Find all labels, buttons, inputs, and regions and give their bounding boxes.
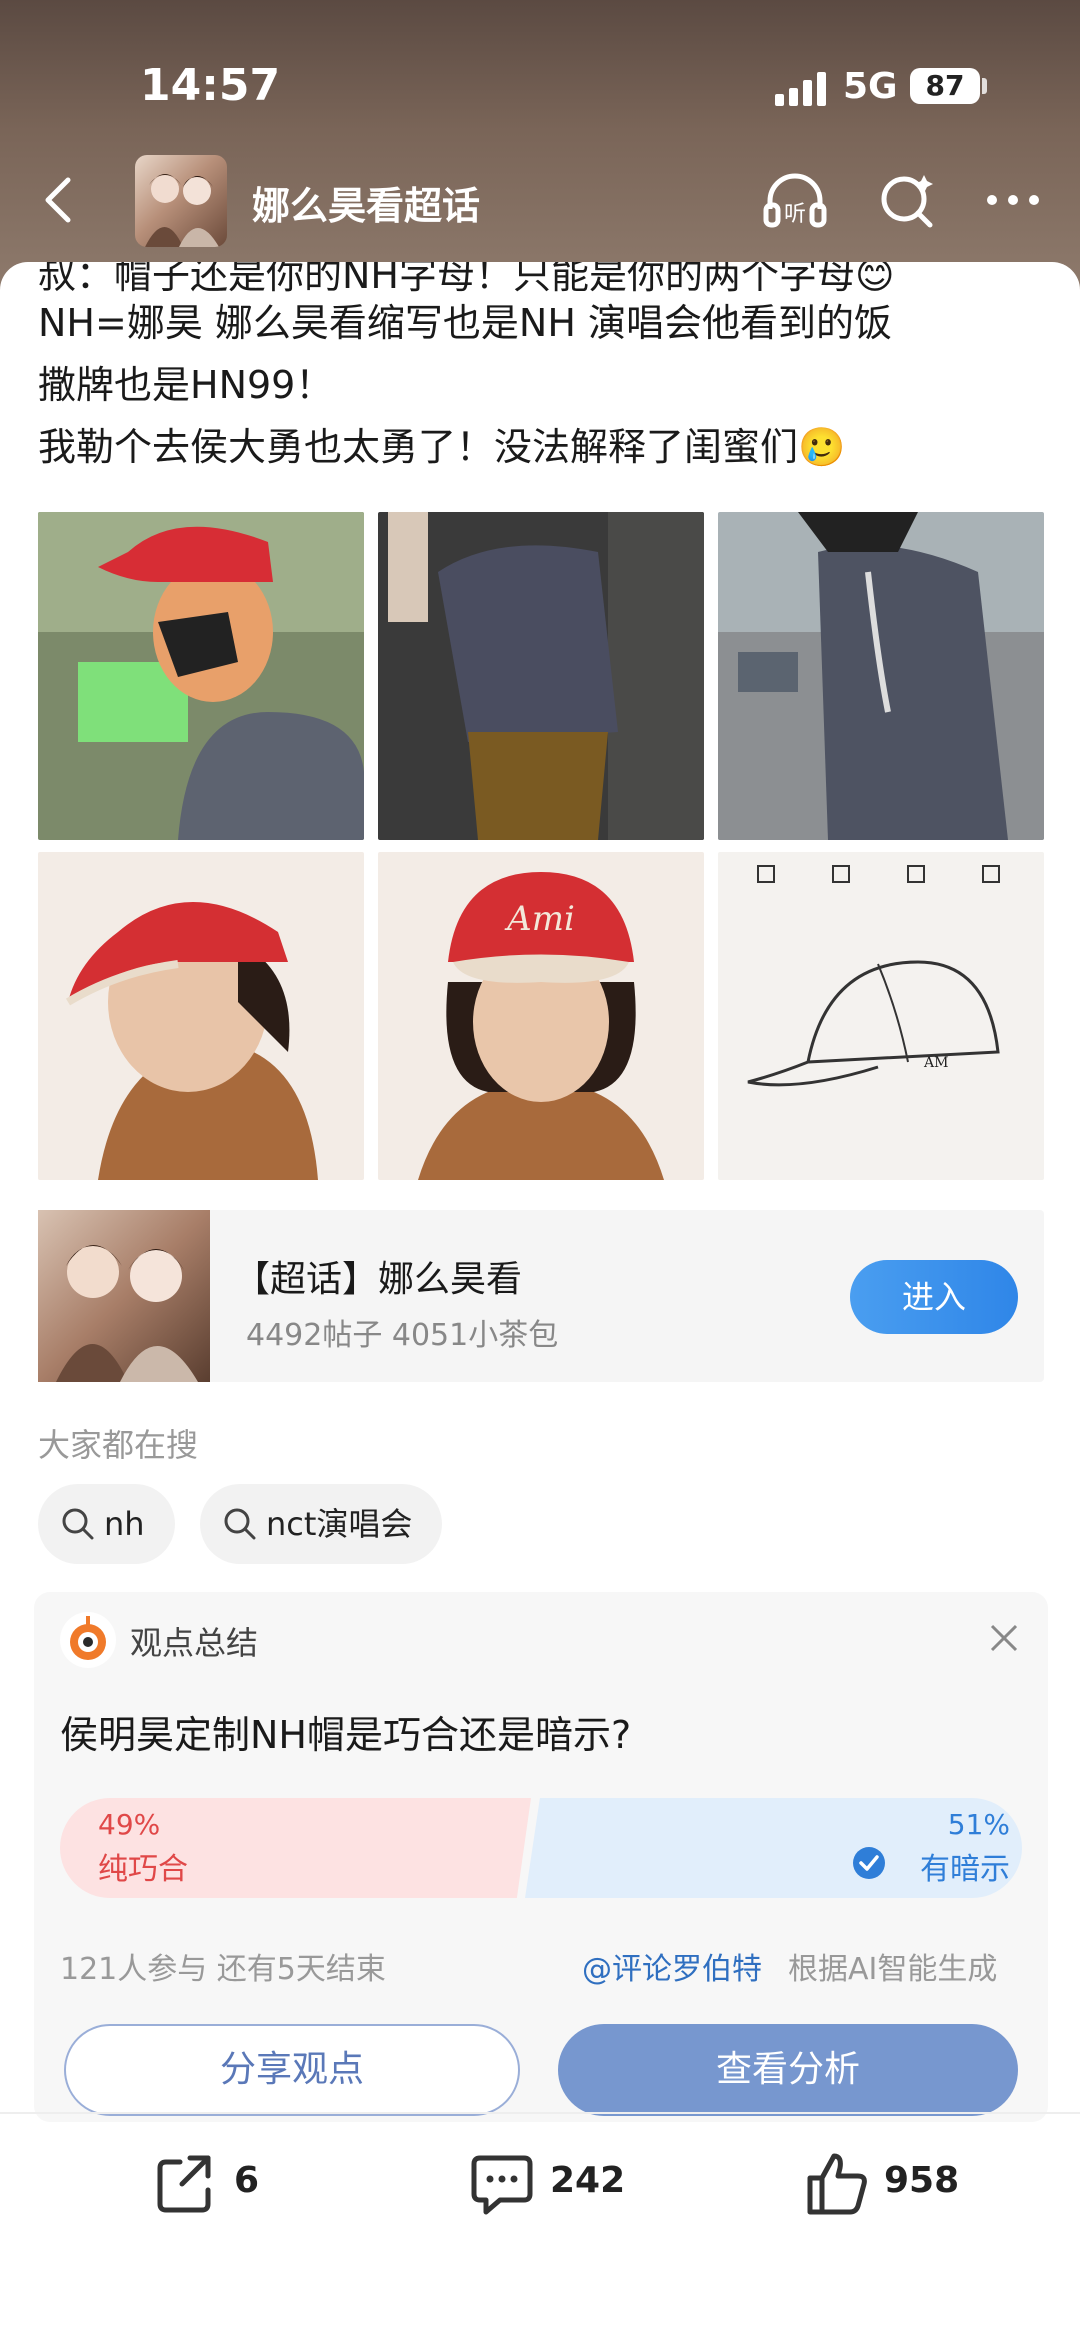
robot-logo-icon — [60, 1612, 116, 1668]
share-icon — [157, 2155, 211, 2213]
search-icon[interactable] — [872, 165, 942, 235]
comment-icon — [471, 2155, 533, 2215]
comment-count: 242 — [550, 2160, 626, 2201]
listen-label: 听 — [784, 202, 806, 227]
battery-tip — [982, 78, 987, 94]
post-text-line: 我勒个去侯大勇也太勇了！没法解释了闺蜜们🥲 — [38, 425, 846, 469]
topic-avatar[interactable] — [135, 155, 227, 247]
opinion-summary-card: 观点总结 侯明昊定制NH帽是巧合还是暗示? 49% 纯巧合 51% 有暗示 12… — [34, 1592, 1048, 2122]
close-icon[interactable] — [984, 1618, 1024, 1658]
summary-question: 侯明昊定制NH帽是巧合还是暗示? — [60, 1713, 632, 1757]
post-content: 叔：帽子还是你的NH字母！只能是你的两个字母😊 NH=娜昊 娜么昊看缩写也是NH… — [0, 262, 1080, 2122]
vote-label-left: 纯巧合 — [98, 1852, 188, 1887]
status-bar: 14:57 5G 87 — [0, 0, 1080, 120]
thumbs-up-icon — [807, 2153, 867, 2215]
vote-label-right: 有暗示 — [920, 1852, 1010, 1887]
search-chip-nh[interactable]: nh — [38, 1484, 175, 1564]
summary-title: 观点总结 — [130, 1624, 259, 1662]
network-type: 5G — [843, 66, 898, 107]
post-text-line: NH=娜昊 娜么昊看缩写也是NH 演唱会他看到的饭 — [38, 301, 892, 345]
bottom-divider — [0, 2112, 1080, 2114]
post-image[interactable]: AM — [718, 852, 1044, 1180]
share-count: 6 — [234, 2160, 260, 2201]
view-analysis-button[interactable]: 查看分析 — [558, 2024, 1018, 2116]
summary-participants: 121人参与 还有5天结束 — [60, 1952, 386, 1987]
more-icon[interactable] — [978, 165, 1048, 235]
nav-title: 娜么昊看超话 — [252, 184, 481, 228]
search-chip-nct[interactable]: nct演唱会 — [200, 1484, 443, 1564]
topic-stats: 4492帖子 4051小茶包 — [246, 1318, 559, 1353]
post-text-line: 撒牌也是HN99！ — [38, 363, 334, 407]
post-image[interactable]: Ami — [378, 852, 704, 1180]
back-arrow-icon[interactable] — [30, 170, 90, 230]
svg-text:AM: AM — [923, 1055, 948, 1071]
share-opinion-button[interactable]: 分享观点 — [64, 2024, 520, 2116]
summary-author-link[interactable]: @评论罗伯特 — [582, 1944, 762, 1988]
search-chip-label: nh — [104, 1505, 145, 1543]
topic-card[interactable]: 【超话】娜么昊看 4492帖子 4051小茶包 进入 — [38, 1210, 1044, 1382]
search-icon — [224, 1508, 256, 1540]
topic-title: 【超话】娜么昊看 — [234, 1259, 523, 1300]
search-icon — [62, 1508, 94, 1540]
like-count: 958 — [884, 2160, 960, 2201]
status-time: 14:57 — [140, 60, 281, 111]
post-image[interactable] — [38, 852, 364, 1180]
post-image[interactable] — [718, 512, 1044, 840]
vote-percent-right: 51% — [947, 1808, 1010, 1841]
post-image[interactable] — [378, 512, 704, 840]
signal-icon — [775, 70, 827, 106]
vote-percent-left: 49% — [98, 1808, 161, 1841]
nav-bar: 娜么昊看超话 听 — [0, 150, 1080, 260]
search-chip-label: nct演唱会 — [266, 1505, 413, 1543]
enter-topic-button[interactable]: 进入 — [850, 1260, 1018, 1334]
svg-text:Ami: Ami — [504, 899, 575, 939]
headphones-listen-icon[interactable]: 听 — [760, 165, 830, 235]
battery-icon: 87 — [910, 68, 980, 104]
summary-ai-note: 根据AI智能生成 — [788, 1952, 998, 1987]
topic-image — [38, 1210, 210, 1382]
check-circle-icon — [853, 1847, 885, 1879]
post-image[interactable] — [38, 512, 364, 840]
header-background: 14:57 5G 87 娜么昊看超话 听 — [0, 0, 1080, 290]
trending-search-label: 大家都在搜 — [38, 1426, 199, 1464]
